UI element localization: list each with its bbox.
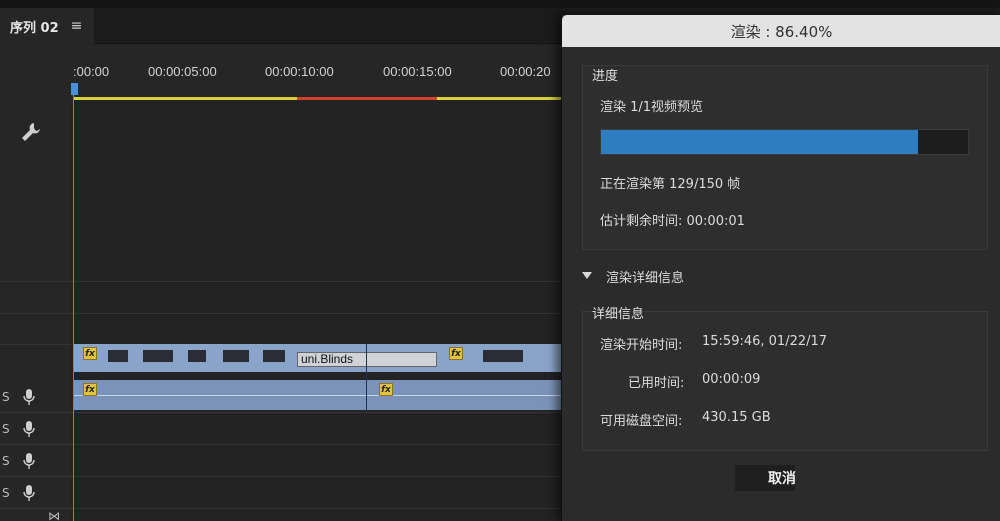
track-divider bbox=[0, 444, 561, 445]
app-window: 序列 02 ≡ :00:00 00:00:05:00 00:00:10:00 0… bbox=[0, 0, 1000, 521]
bowtie-icon[interactable]: ⋈ bbox=[48, 509, 60, 521]
track-divider bbox=[0, 281, 561, 282]
clip-thumbnail bbox=[263, 350, 285, 362]
microphone-icon[interactable] bbox=[22, 388, 36, 406]
track-divider bbox=[0, 476, 561, 477]
disclosure-triangle-icon[interactable] bbox=[582, 272, 592, 279]
clip-thumbnail bbox=[108, 350, 128, 362]
detail-value: 430.15 GB bbox=[702, 410, 771, 425]
dialog-title: 渲染 : 86.40% bbox=[562, 15, 1000, 47]
audio-track-header[interactable]: S bbox=[0, 446, 71, 476]
ruler-label: 00:00:05:00 bbox=[148, 64, 217, 79]
wrench-icon[interactable] bbox=[20, 121, 42, 143]
track-letter: S bbox=[2, 390, 10, 404]
track-divider bbox=[0, 508, 561, 509]
details-group-title: 详细信息 bbox=[592, 307, 645, 322]
cancel-button[interactable]: 取消 bbox=[732, 463, 832, 493]
clip-thumbnail bbox=[188, 350, 206, 362]
ruler-label: 00:00:10:00 bbox=[265, 64, 334, 79]
fx-badge[interactable]: fx bbox=[83, 347, 97, 360]
hamburger-icon[interactable]: ≡ bbox=[71, 18, 83, 34]
track-letter: S bbox=[2, 422, 10, 436]
render-dialog: 渲染 : 86.40% 进度 渲染 1/1视频预览 正在渲染第 129/150 … bbox=[561, 15, 1000, 521]
top-strip bbox=[0, 0, 1000, 8]
track-divider bbox=[0, 412, 561, 413]
tab-label: 序列 02 bbox=[10, 20, 59, 36]
clip-thumbnail bbox=[223, 350, 249, 362]
render-progress-fill bbox=[601, 130, 919, 154]
detail-value: 15:59:46, 01/22/17 bbox=[702, 334, 828, 349]
detail-label: 渲染开始时间: bbox=[600, 338, 683, 353]
track-divider bbox=[0, 344, 71, 345]
clip-thumbnail bbox=[143, 350, 173, 362]
track-divider bbox=[0, 313, 561, 314]
fx-badge[interactable]: fx bbox=[379, 383, 393, 396]
clip-thumbnail bbox=[483, 350, 523, 362]
audio-clip[interactable] bbox=[73, 380, 563, 410]
microphone-icon[interactable] bbox=[22, 420, 36, 438]
remaining-time: 估计剩余时间: 00:00:01 bbox=[600, 214, 745, 229]
audio-level-line bbox=[73, 395, 563, 396]
audio-track-header[interactable]: S bbox=[0, 478, 71, 508]
fx-badge[interactable]: fx bbox=[83, 383, 97, 396]
audio-track-header[interactable]: S bbox=[0, 414, 71, 444]
edit-point bbox=[366, 344, 367, 412]
ruler-label: :00:00 bbox=[73, 64, 110, 79]
microphone-icon[interactable] bbox=[22, 452, 36, 470]
transition-label[interactable]: uni.Blinds bbox=[297, 352, 437, 367]
details-toggle[interactable]: 渲染详细信息 bbox=[606, 267, 684, 286]
render-item-label: 渲染 1/1视频预览 bbox=[600, 100, 704, 115]
playhead-line bbox=[73, 94, 74, 521]
ruler-label: 00:00:15:00 bbox=[383, 64, 452, 79]
fx-badge[interactable]: fx bbox=[449, 347, 463, 360]
tab-sequence[interactable]: 序列 02 ≡ bbox=[0, 8, 94, 44]
audio-track-header[interactable]: S bbox=[0, 382, 71, 412]
microphone-icon[interactable] bbox=[22, 484, 36, 502]
track-letter: S bbox=[2, 486, 10, 500]
time-ruler[interactable]: :00:00 00:00:05:00 00:00:10:00 00:00:15:… bbox=[71, 45, 571, 97]
ruler-label: 00:00:20 bbox=[500, 64, 551, 79]
track-letter: S bbox=[2, 454, 10, 468]
track-area[interactable] bbox=[71, 100, 561, 521]
progress-group-title: 进度 bbox=[592, 69, 619, 84]
detail-label: 可用磁盘空间: bbox=[600, 414, 683, 429]
detail-value: 00:00:09 bbox=[702, 372, 761, 387]
render-progress-bar bbox=[600, 129, 969, 155]
frame-status: 正在渲染第 129/150 帧 bbox=[600, 177, 741, 192]
detail-label: 已用时间: bbox=[628, 376, 685, 391]
